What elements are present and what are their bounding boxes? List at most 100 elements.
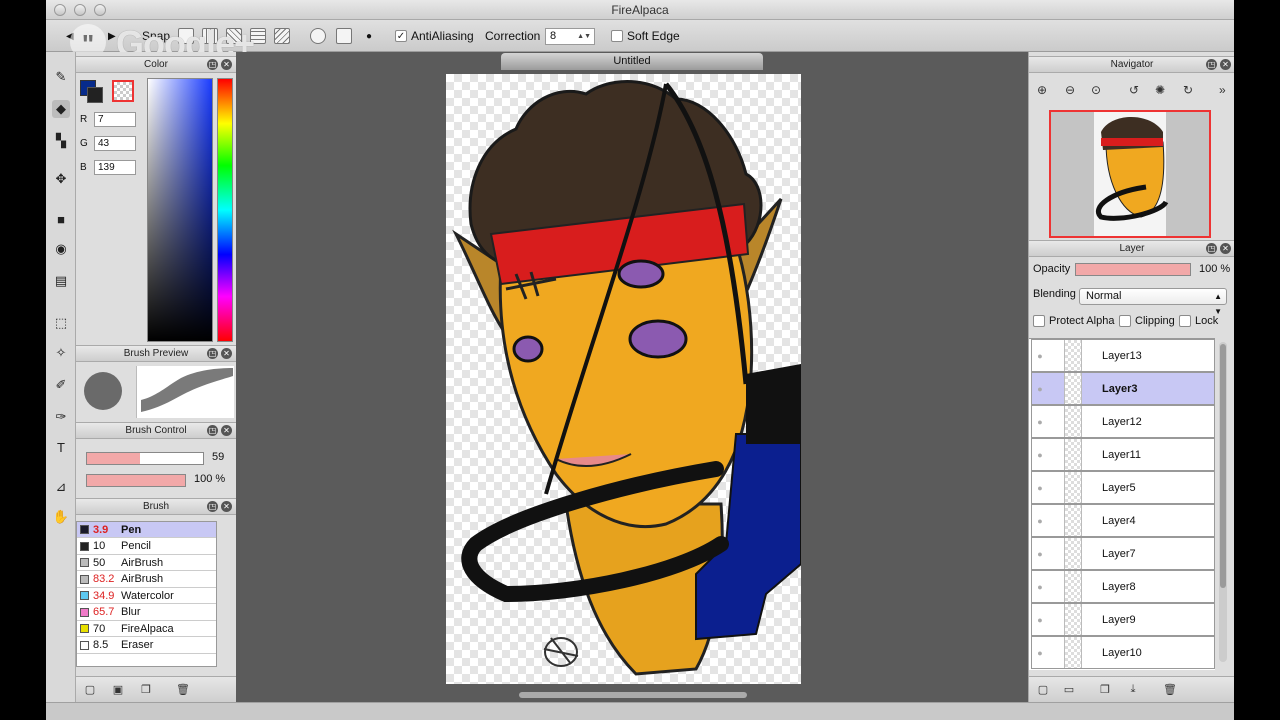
layer-row[interactable]: ● Layer11 [1031, 438, 1215, 471]
prev-arrow-icon[interactable]: ◀ [66, 27, 74, 45]
panel-float-icon[interactable]: ◳ [207, 59, 218, 70]
layer-row[interactable]: ● Layer13 [1031, 339, 1215, 372]
snap-settings-dot-icon[interactable]: ● [366, 27, 372, 45]
pen-tool-icon[interactable]: ✎ [52, 68, 70, 86]
antialiasing-checkbox[interactable]: ✓ [395, 30, 407, 42]
eraser-tool-icon[interactable]: ◆ [52, 100, 70, 118]
drawing-canvas[interactable] [446, 74, 801, 684]
layer-visibility-icon[interactable]: ● [1032, 417, 1048, 427]
select-pen-tool-icon[interactable]: ✐ [52, 376, 70, 394]
brush-item[interactable]: 70 FireAlpaca [77, 621, 216, 637]
zoom-fit-icon[interactable]: ⊙ [1091, 83, 1101, 97]
magic-wand-tool-icon[interactable]: ✧ [52, 344, 70, 362]
layer-visibility-icon[interactable]: ● [1032, 615, 1048, 625]
blending-select[interactable]: Normal ▲ ▼ [1079, 288, 1227, 316]
brush-item[interactable]: 10 Pencil [77, 539, 216, 555]
brush-item[interactable]: 3.9 Pen [77, 522, 216, 538]
navigator-thumbnail[interactable] [1049, 110, 1211, 238]
secondary-color-swatch[interactable] [87, 87, 103, 103]
panel-float-icon[interactable]: ◳ [207, 425, 218, 436]
layer-row[interactable]: ● Layer10 [1031, 636, 1215, 669]
layer-visibility-icon[interactable]: ● [1032, 582, 1048, 592]
snap-perspective-icon[interactable] [274, 28, 290, 44]
protect-alpha-checkbox[interactable] [1033, 315, 1045, 327]
layer-visibility-icon[interactable]: ● [1032, 516, 1048, 526]
rotate-left-icon[interactable]: ↺ [1129, 83, 1139, 97]
zoom-in-icon[interactable]: ⊕ [1037, 83, 1047, 97]
brush-item[interactable]: 83.2 AirBrush [77, 572, 216, 588]
new-brush-icon[interactable]: ▢ [84, 683, 96, 696]
zoom-out-icon[interactable]: ⊖ [1065, 83, 1075, 97]
panel-float-icon[interactable]: ◳ [1206, 59, 1217, 70]
lock-checkbox[interactable] [1179, 315, 1191, 327]
merge-down-icon[interactable]: ⤓ [1127, 683, 1139, 696]
protect-alpha-toggle[interactable]: Protect Alpha [1033, 315, 1114, 327]
clipping-toggle[interactable]: Clipping [1119, 315, 1175, 327]
rotate-reset-icon[interactable]: ✺ [1155, 83, 1165, 97]
layer-visibility-icon[interactable]: ● [1032, 549, 1048, 559]
antialiasing-toggle[interactable]: ✓ AntiAliasing [395, 27, 474, 45]
gradient-tool-icon[interactable]: ▤ [52, 272, 70, 290]
duplicate-brush-icon[interactable]: ❐ [140, 683, 152, 696]
eyedropper-tool-icon[interactable]: ⊿ [52, 478, 70, 496]
stepper-arrows-icon[interactable]: ▲▼ [577, 33, 594, 40]
hand-tool-icon[interactable]: ✋ [52, 508, 70, 526]
select-rect-tool-icon[interactable]: ⬚ [52, 314, 70, 332]
blue-input[interactable]: 139 [94, 160, 136, 175]
lock-toggle[interactable]: Lock [1179, 315, 1218, 327]
bucket-tool-icon[interactable]: ◉ [52, 240, 70, 258]
layer-list-scrollbar[interactable] [1219, 342, 1227, 662]
panel-close-icon[interactable]: ✕ [221, 425, 232, 436]
canvas-horizontal-scrollbar[interactable] [519, 692, 747, 698]
new-folder-icon[interactable]: ▭ [1063, 683, 1075, 696]
select-eraser-tool-icon[interactable]: ✑ [52, 408, 70, 426]
layer-row[interactable]: ● Layer8 [1031, 570, 1215, 603]
brush-size-slider[interactable] [86, 452, 204, 465]
green-input[interactable]: 43 [94, 136, 136, 151]
rotate-right-icon[interactable]: ↻ [1183, 83, 1193, 97]
panel-close-icon[interactable]: ✕ [1220, 243, 1231, 254]
layer-row[interactable]: ● Layer9 [1031, 603, 1215, 636]
brush-item[interactable]: 8.5 Eraser [77, 638, 216, 654]
soft-edge-toggle[interactable]: Soft Edge [611, 27, 680, 45]
snap-parallel-icon[interactable] [202, 28, 218, 44]
layer-scroll-thumb[interactable] [1220, 344, 1226, 588]
layer-row[interactable]: ● Layer5 [1031, 471, 1215, 504]
delete-layer-icon[interactable]: 🗑 [1163, 683, 1177, 696]
hue-slider[interactable] [217, 78, 233, 342]
panel-close-icon[interactable]: ✕ [221, 501, 232, 512]
brush-item[interactable]: 50 AirBrush [77, 555, 216, 571]
layer-row[interactable]: ● Layer12 [1031, 405, 1215, 438]
soft-edge-checkbox[interactable] [611, 30, 623, 42]
navigator-more-icon[interactable]: » [1219, 83, 1226, 97]
layer-opacity-slider[interactable] [1075, 263, 1191, 276]
snap-grid-icon[interactable] [250, 28, 266, 44]
panel-float-icon[interactable]: ◳ [207, 348, 218, 359]
snap-concentric-icon[interactable] [310, 28, 326, 44]
transparent-color-swatch[interactable] [112, 80, 134, 102]
correction-stepper[interactable]: 8 ▲▼ [545, 27, 595, 45]
text-tool-icon[interactable]: T [52, 438, 70, 456]
saturation-value-picker[interactable] [147, 78, 213, 342]
layer-row[interactable]: ● Layer3 [1031, 372, 1215, 405]
new-layer-icon[interactable]: ▢ [1037, 683, 1049, 696]
layer-visibility-icon[interactable]: ● [1032, 450, 1048, 460]
brush-item[interactable]: 65.7 Blur [77, 605, 216, 621]
layer-visibility-icon[interactable]: ● [1032, 384, 1048, 394]
brush-item[interactable]: 34.9 Watercolor [77, 588, 216, 604]
brush-opacity-slider[interactable] [86, 474, 186, 487]
duplicate-layer-icon[interactable]: ❐ [1099, 683, 1111, 696]
panel-close-icon[interactable]: ✕ [221, 59, 232, 70]
document-tab[interactable]: Untitled [501, 53, 763, 70]
dot-tool-icon[interactable]: ▚ [52, 132, 70, 150]
layer-visibility-icon[interactable]: ● [1032, 351, 1048, 361]
move-tool-icon[interactable]: ✥ [52, 170, 70, 188]
layer-row[interactable]: ● Layer7 [1031, 537, 1215, 570]
next-arrow-icon[interactable]: ▶ [108, 27, 116, 45]
red-input[interactable]: 7 [94, 112, 136, 127]
panel-float-icon[interactable]: ◳ [207, 501, 218, 512]
panel-close-icon[interactable]: ✕ [1220, 59, 1231, 70]
fill-rect-tool-icon[interactable]: ■ [52, 210, 70, 228]
edit-brush-icon[interactable]: ▣ [112, 683, 124, 696]
layer-visibility-icon[interactable]: ● [1032, 648, 1048, 658]
